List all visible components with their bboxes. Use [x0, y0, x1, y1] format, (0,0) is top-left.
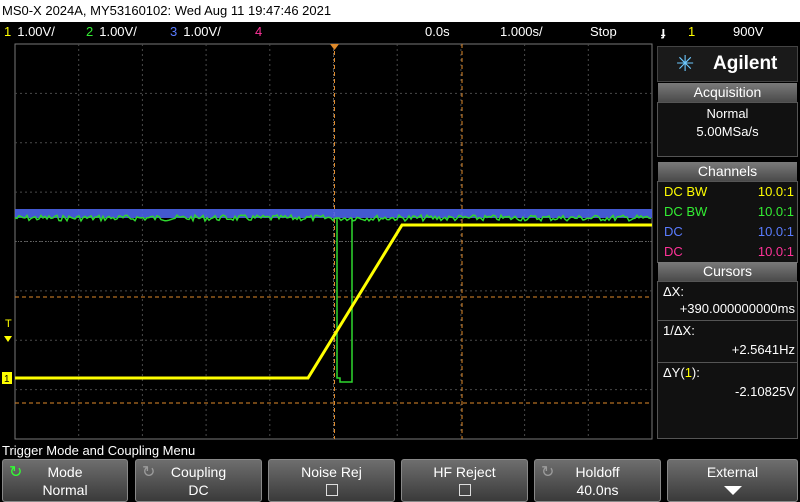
- softkey-value: Normal: [42, 482, 88, 498]
- channel-probe: 10.0:1: [757, 204, 794, 219]
- inverse-delta-x-value: +2.5641Hz: [731, 342, 795, 357]
- run-state: Stop: [590, 24, 617, 39]
- cursors-header[interactable]: Cursors: [658, 262, 797, 281]
- channel-probe: 10.0:1: [757, 244, 794, 259]
- inverse-delta-x-label: 1/ΔX:: [663, 323, 695, 338]
- delta-x-value: +390.000000000ms: [679, 301, 795, 316]
- timebase-readout[interactable]: 1.000s/: [500, 22, 543, 42]
- noise-rej-softkey[interactable]: Noise Rej: [268, 459, 395, 502]
- agilent-spark-icon: ✳: [676, 51, 695, 76]
- checkbox-icon[interactable]: [458, 484, 471, 496]
- channel-coupling: DC BW: [664, 204, 708, 219]
- graticule-grid: [15, 44, 652, 439]
- ch3-trace: [15, 209, 652, 218]
- channel-row-2: DC BW 10.0:1: [664, 202, 794, 222]
- ch2-scale: 1.00V/: [99, 24, 137, 39]
- channel-coupling: DC BW: [664, 184, 708, 199]
- holdoff-softkey[interactable]: ↻ Holdoff 40.0ns: [534, 459, 661, 502]
- cursor-divider: [658, 362, 797, 363]
- down-arrow-icon: [723, 486, 742, 495]
- softkey-value: 40.0ns: [576, 482, 619, 498]
- trigger-source[interactable]: 1: [688, 22, 695, 42]
- hf-reject-softkey[interactable]: HF Reject: [401, 459, 528, 502]
- delta-y-prefix: ΔY(: [663, 365, 685, 380]
- ch3-number: 3: [170, 24, 178, 39]
- softkey-value: DC: [188, 482, 209, 498]
- ch4-number: 4: [255, 24, 263, 39]
- trigger-level[interactable]: 900V: [733, 22, 763, 42]
- channel-row-3: DC 10.0:1: [664, 222, 794, 242]
- ch1-scale-readout[interactable]: 1 1.00V/: [4, 22, 55, 42]
- channel-coupling: DC: [664, 244, 683, 259]
- status-bar: 1 1.00V/ 2 1.00V/ 3 1.00V/ 4 0.0s 1.000s/ S…: [0, 22, 800, 42]
- softkey-bar: ↻ Mode Normal ↻ Coupling DC Noise Rej HF…: [0, 459, 800, 502]
- ch1-number: 1: [4, 24, 12, 39]
- menu-title: Trigger Mode and Coupling Menu: [0, 442, 800, 459]
- delay-readout[interactable]: 0.0s: [425, 22, 450, 42]
- channel-probe: 10.0:1: [757, 224, 794, 239]
- rotate-knob-icon: ↻: [9, 464, 23, 481]
- ch4-scale-readout[interactable]: 4: [255, 22, 268, 42]
- external-softkey[interactable]: External: [667, 459, 798, 502]
- trigger-level-arrow: [4, 336, 12, 342]
- ch2-scale-readout[interactable]: 2 1.00V/: [86, 22, 137, 42]
- trigger-edge-icon: ɟ: [661, 24, 666, 39]
- delta-y-channel: 1: [684, 365, 692, 380]
- waveform-display[interactable]: T 1: [0, 42, 655, 442]
- delta-x-label: ΔX:: [663, 284, 684, 299]
- side-panel: ✳ Agilent Acquisition Normal 5.00MSa/s C…: [655, 42, 800, 442]
- brand-name: Agilent: [713, 53, 778, 74]
- trigger-position-marker[interactable]: [330, 44, 339, 50]
- softkey-label: Noise Rej: [301, 464, 362, 480]
- channels-header[interactable]: Channels: [658, 162, 797, 181]
- acquisition-mode: Normal: [706, 106, 749, 121]
- channel-coupling: DC: [664, 224, 683, 239]
- ch3-scale-readout[interactable]: 3 1.00V/: [170, 22, 221, 42]
- softkey-label: HF Reject: [433, 464, 496, 480]
- checkbox-icon[interactable]: [325, 484, 338, 496]
- channels-panel: DC BW 10.0:1 DC BW 10.0:1 DC 10.0:1 DC 1…: [657, 181, 798, 263]
- trigger-level-marker[interactable]: T: [5, 318, 12, 330]
- waveform-canvas: T 1: [2, 43, 653, 440]
- ch2-number: 2: [86, 24, 94, 39]
- delta-y-label: ΔY(1):: [663, 365, 795, 381]
- channel-row-4: DC 10.0:1: [664, 242, 794, 262]
- acquisition-header[interactable]: Acquisition: [658, 83, 797, 102]
- channel-probe: 10.0:1: [757, 184, 794, 199]
- ch3-scale: 1.00V/: [183, 24, 221, 39]
- cursor-divider: [658, 320, 797, 321]
- rotate-knob-icon: ↻: [142, 464, 156, 481]
- agilent-logo: ✳ Agilent: [657, 46, 798, 82]
- acquisition-rate: 5.00MSa/s: [696, 124, 759, 139]
- softkey-label: External: [706, 464, 759, 480]
- rotate-knob-icon: ↻: [541, 464, 555, 481]
- window-title: MS0-X 2024A, MY53160102: Wed Aug 11 19:4…: [0, 0, 800, 22]
- channel-row-1: DC BW 10.0:1: [664, 182, 794, 202]
- ch1-ground-label: 1: [4, 374, 10, 385]
- mode-softkey[interactable]: ↻ Mode Normal: [2, 459, 128, 502]
- delta-y-value: -2.10825V: [735, 384, 795, 399]
- ch2-pulse: [336, 218, 353, 383]
- coupling-softkey[interactable]: ↻ Coupling DC: [135, 459, 262, 502]
- delta-y-suffix: ):: [691, 365, 700, 380]
- ch1-scale: 1.00V/: [17, 24, 55, 39]
- cursors-panel: ΔX: +390.000000000ms 1/ΔX: +2.5641Hz ΔY(…: [657, 281, 798, 439]
- acquisition-panel: Normal 5.00MSa/s: [657, 102, 798, 157]
